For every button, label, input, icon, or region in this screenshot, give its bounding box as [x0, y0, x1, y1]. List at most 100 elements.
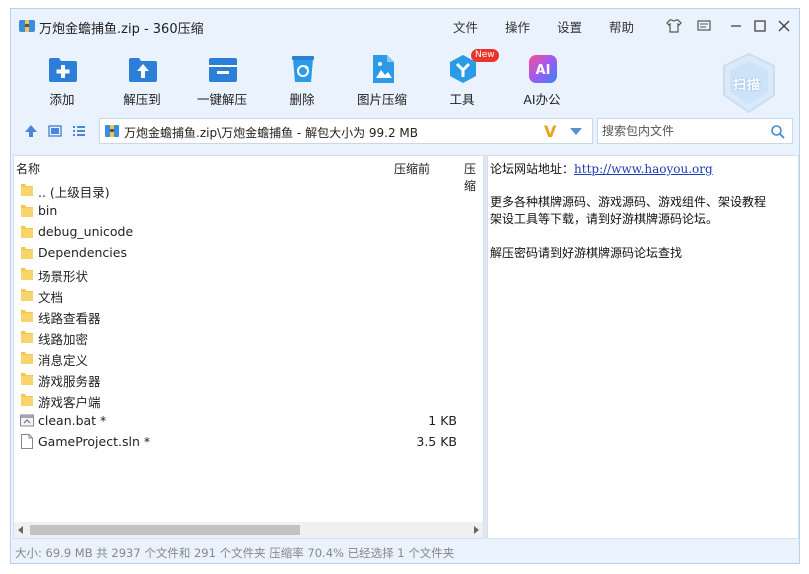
folder-row[interactable]: 线路查看器 — [14, 305, 483, 326]
minimize-icon[interactable] — [727, 17, 745, 35]
image-compress-label: 图片压缩 — [356, 92, 407, 107]
menu-file[interactable]: 文件 — [453, 17, 478, 36]
file-name: 场景形状 — [38, 269, 89, 284]
folder-row[interactable]: bin — [14, 200, 483, 221]
folder-icon — [21, 184, 33, 196]
close-icon[interactable] — [775, 17, 793, 35]
title-bar: 万炮金蟾捕鱼.zip - 360压缩 文件 操作 设置 帮助 — [11, 9, 799, 43]
up-arrow-icon[interactable] — [23, 123, 39, 139]
delete-label: 删除 — [289, 92, 315, 107]
ai-icon-text: AI — [536, 63, 551, 78]
column-size-before[interactable]: 压缩前 — [394, 160, 430, 177]
folder-row[interactable]: 线路加密 — [14, 326, 483, 347]
folder-icon — [21, 205, 33, 217]
address-bar[interactable]: 万炮金蟾捕鱼.zip\万炮金蟾捕鱼 - 解包大小为 99.2 MB V — [99, 118, 593, 144]
folder-row[interactable]: 消息定义 — [14, 347, 483, 368]
search-input[interactable] — [598, 119, 768, 143]
archive-icon — [105, 125, 119, 137]
batch-file-icon — [20, 414, 34, 427]
v-mark-icon[interactable]: V — [544, 122, 556, 141]
comment-site-link[interactable]: http://www.haoyou.org — [574, 162, 713, 176]
folder-icon — [21, 352, 33, 364]
list-view-icon[interactable] — [71, 123, 87, 139]
comment-line-3: 架设工具等下载，请到好游棋牌源码论坛。 — [490, 212, 719, 226]
folder-row[interactable]: 游戏服务器 — [14, 368, 483, 389]
add-label: 添加 — [49, 92, 75, 107]
maximize-icon[interactable] — [751, 17, 769, 35]
one-click-extract-label: 一键解压 — [196, 92, 247, 107]
file-name: debug_unicode — [38, 224, 134, 239]
skin-icon[interactable] — [665, 17, 683, 35]
image-compress-button[interactable]: 图片压缩 — [347, 53, 417, 115]
file-name: 消息定义 — [38, 353, 89, 368]
add-button[interactable]: 添加 — [27, 53, 97, 115]
search-icon[interactable] — [770, 124, 786, 140]
folder-icon — [21, 268, 33, 280]
one-click-extract-button[interactable]: 一键解压 — [187, 53, 257, 115]
file-size: 1 KB — [428, 413, 457, 428]
recycle-icon — [292, 56, 314, 82]
folder-row[interactable]: .. (上级目录) — [14, 179, 483, 200]
extract-to-icon — [129, 58, 157, 82]
file-icon — [21, 434, 33, 449]
folder-row[interactable]: 游戏客户端 — [14, 389, 483, 410]
folder-icon — [21, 310, 33, 322]
address-path: 万炮金蟾捕鱼.zip\万炮金蟾捕鱼 - 解包大小为 99.2 MB — [124, 126, 419, 140]
file-list: 名称 压缩前 压缩 .. (上级目录) bin debug_unicode Depen… — [13, 155, 484, 539]
column-name[interactable]: 名称 — [16, 160, 40, 177]
scan-label: 扫描 — [733, 78, 762, 93]
file-name: Dependencies — [38, 245, 127, 260]
extract-to-button[interactable]: 解压到 — [107, 53, 177, 115]
one-click-extract-icon — [209, 58, 237, 82]
file-name: 线路查看器 — [38, 311, 101, 326]
folder-icon — [21, 373, 33, 385]
file-name: .. (上级目录) — [38, 185, 110, 200]
address-dropdown-icon[interactable] — [570, 128, 582, 135]
comment-line-1: 论坛网站地址：http://www.haoyou.org — [490, 160, 713, 177]
scrollbar-thumb[interactable] — [30, 525, 300, 535]
scroll-right-icon[interactable] — [474, 526, 479, 534]
folder-row[interactable]: debug_unicode — [14, 221, 483, 242]
new-badge: New — [471, 49, 499, 62]
app-logo-icon — [19, 20, 35, 32]
tools-button[interactable]: New 工具 — [427, 49, 499, 115]
app-window: 万炮金蟾捕鱼.zip - 360压缩 文件 操作 设置 帮助 添加 解压到 一键… — [10, 8, 800, 564]
folder-icon — [21, 226, 33, 238]
folder-icon — [21, 247, 33, 259]
horizontal-scrollbar[interactable] — [14, 522, 483, 538]
file-row[interactable]: clean.bat * 1 KB — [14, 410, 483, 431]
scan-button[interactable]: 扫描 — [719, 51, 779, 115]
comment-line-4: 解压密码请到好游棋牌源码论坛查找 — [490, 246, 683, 260]
feedback-icon[interactable] — [695, 17, 713, 35]
menu-help[interactable]: 帮助 — [609, 17, 634, 36]
folder-icon — [21, 331, 33, 343]
scroll-left-icon[interactable] — [18, 526, 23, 534]
thumbnail-view-icon[interactable] — [47, 123, 63, 139]
file-name: clean.bat * — [38, 413, 107, 428]
file-row[interactable]: GameProject.sln * 3.5 KB — [14, 431, 483, 452]
window-title: 万炮金蟾捕鱼.zip - 360压缩 — [39, 22, 204, 37]
ai-office-label: AI办公 — [523, 92, 561, 107]
file-name: 线路加密 — [38, 332, 89, 347]
menu-settings[interactable]: 设置 — [557, 17, 582, 36]
menu-operation[interactable]: 操作 — [505, 17, 530, 36]
delete-button[interactable]: 删除 — [267, 53, 337, 115]
search-box[interactable] — [597, 118, 793, 144]
file-size: 3.5 KB — [416, 434, 457, 449]
folder-row[interactable]: 文档 — [14, 284, 483, 305]
ai-icon: AI — [529, 55, 557, 83]
extract-to-label: 解压到 — [123, 92, 161, 107]
ai-office-button[interactable]: AI AI办公 — [507, 53, 577, 115]
tools-label: 工具 — [449, 92, 475, 107]
folder-row[interactable]: 场景形状 — [14, 263, 483, 284]
status-bar: 大小: 69.9 MB 共 2937 个文件和 291 个文件夹 压缩率 70.… — [15, 546, 455, 560]
folder-row[interactable]: Dependencies — [14, 242, 483, 263]
comment-line-2: 更多各种棋牌源码、游戏源码、游戏组件、架设教程 — [490, 195, 767, 209]
file-name: 游戏服务器 — [38, 374, 101, 389]
image-compress-icon — [373, 55, 394, 83]
folder-icon — [21, 394, 33, 406]
folder-icon — [21, 289, 33, 301]
archive-comment-pane: 论坛网站地址：http://www.haoyou.org 更多各种棋牌源码、游戏… — [487, 155, 799, 539]
file-name: 文档 — [38, 290, 64, 305]
add-icon — [49, 58, 77, 82]
